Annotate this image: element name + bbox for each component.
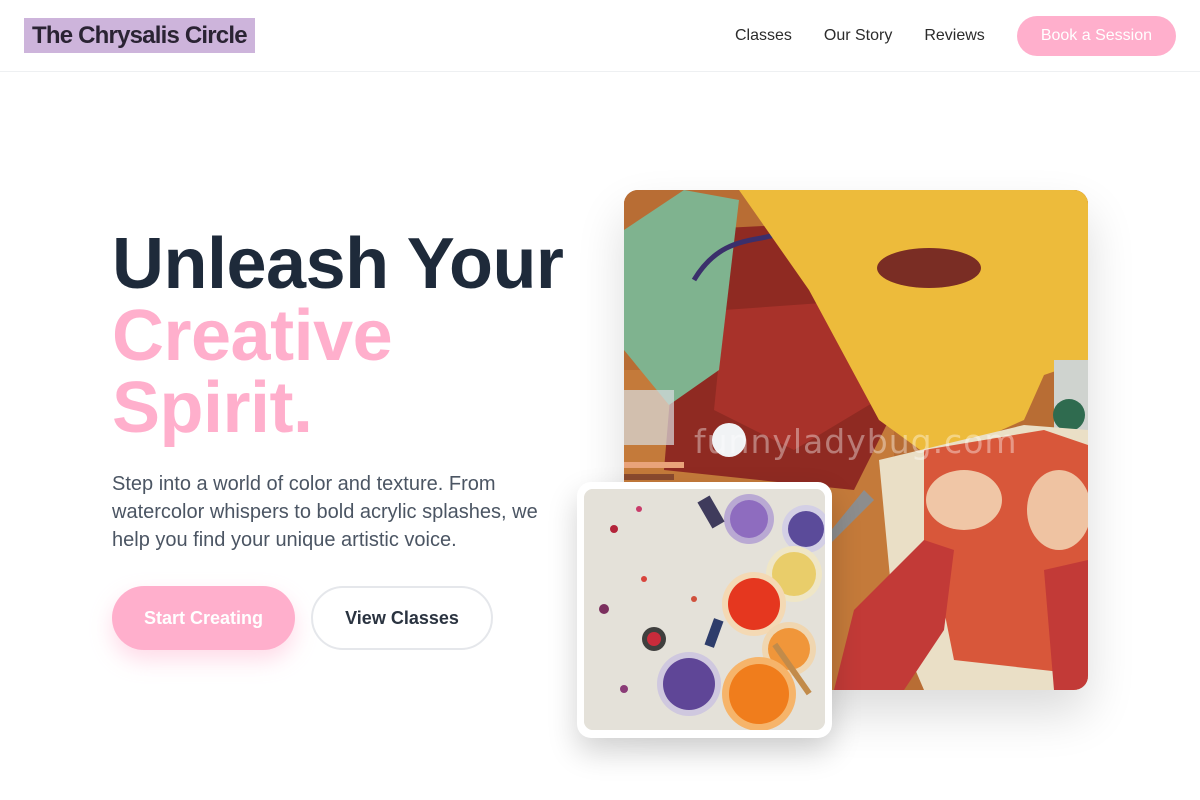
main-nav: Classes Our Story Reviews Book a Session [735,16,1176,56]
nav-link-reviews[interactable]: Reviews [924,16,984,56]
view-classes-button[interactable]: View Classes [311,586,493,650]
hero-description: Step into a world of color and texture. … [112,473,538,551]
image-watermark: funnyladybug.com [694,422,1018,461]
hero-title-line-2: Creative [112,296,393,376]
start-creating-button[interactable]: Start Creating [112,586,295,650]
nav-link-classes[interactable]: Classes [735,16,792,56]
paint-jars-illustration [584,489,825,730]
paint-jars-photo [584,489,825,730]
hero-title-line-3: Spirit. [112,368,313,448]
book-session-button[interactable]: Book a Session [1016,16,1176,56]
hero-title-line-1: Unleash Your [112,224,564,304]
hero-title: Unleash Your Creative Spirit. [112,228,592,444]
hero-secondary-image-card [577,482,832,738]
site-header: The Chrysalis Circle Classes Our Story R… [0,0,1200,72]
site-logo[interactable]: The Chrysalis Circle [24,18,255,53]
nav-link-our-story[interactable]: Our Story [824,16,892,56]
